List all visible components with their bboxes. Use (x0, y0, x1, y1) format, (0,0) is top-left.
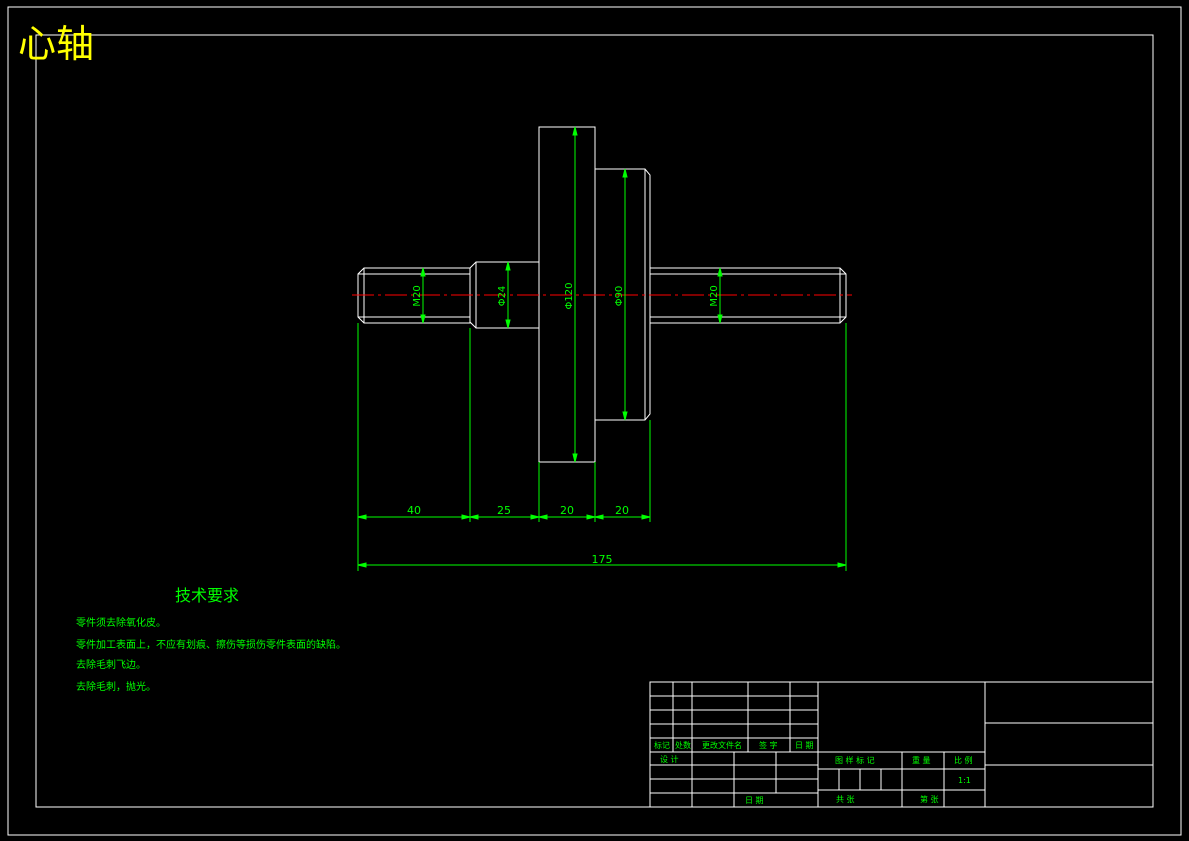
tb-signature: 签 字 (759, 740, 778, 750)
label-phi120: Φ120 (564, 283, 575, 310)
tech-req-item: 零件须去除氧化皮。 (76, 616, 166, 629)
drawing-title: 心轴 (18, 22, 94, 66)
dim-25: 25 (497, 504, 511, 517)
dim-40: 40 (407, 504, 421, 517)
tb-approve-date: 日 期 (745, 796, 764, 805)
tb-scale-value: 1:1 (958, 776, 971, 785)
tech-req-item: 去除毛刺，抛光。 (76, 680, 156, 693)
tech-req-item: 去除毛刺飞边。 (76, 658, 146, 671)
tb-scale: 比 例 (954, 755, 973, 765)
label-m20-left: M20 (412, 285, 423, 306)
label-m20-right: M20 (709, 285, 720, 306)
dim-20-b: 20 (615, 504, 629, 517)
dim-175: 175 (592, 553, 613, 566)
tb-stage-mark: 图 样 标 记 (835, 755, 875, 765)
tb-count: 处数 (675, 740, 691, 750)
tb-sheet: 第 张 (920, 794, 939, 804)
tb-date: 日 期 (795, 741, 814, 750)
tb-total-sheets: 共 张 (836, 795, 855, 804)
tb-change-doc: 更改文件名 (702, 740, 742, 750)
tech-req-heading: 技术要求 (175, 586, 239, 605)
label-phi90: Φ90 (614, 286, 625, 307)
dim-20-a: 20 (560, 504, 574, 517)
cad-drawing: 心轴 M20 Φ24 Φ120 Φ90 M20 40 25 20 20 175 … (0, 0, 1189, 841)
tb-design: 设 计 (660, 754, 679, 764)
tech-req-item: 零件加工表面上，不应有划痕、擦伤等损伤零件表面的缺陷。 (76, 638, 346, 651)
label-phi24: Φ24 (497, 286, 508, 307)
tb-mark: 标记 (654, 740, 670, 750)
tb-weight: 重 量 (912, 755, 931, 765)
